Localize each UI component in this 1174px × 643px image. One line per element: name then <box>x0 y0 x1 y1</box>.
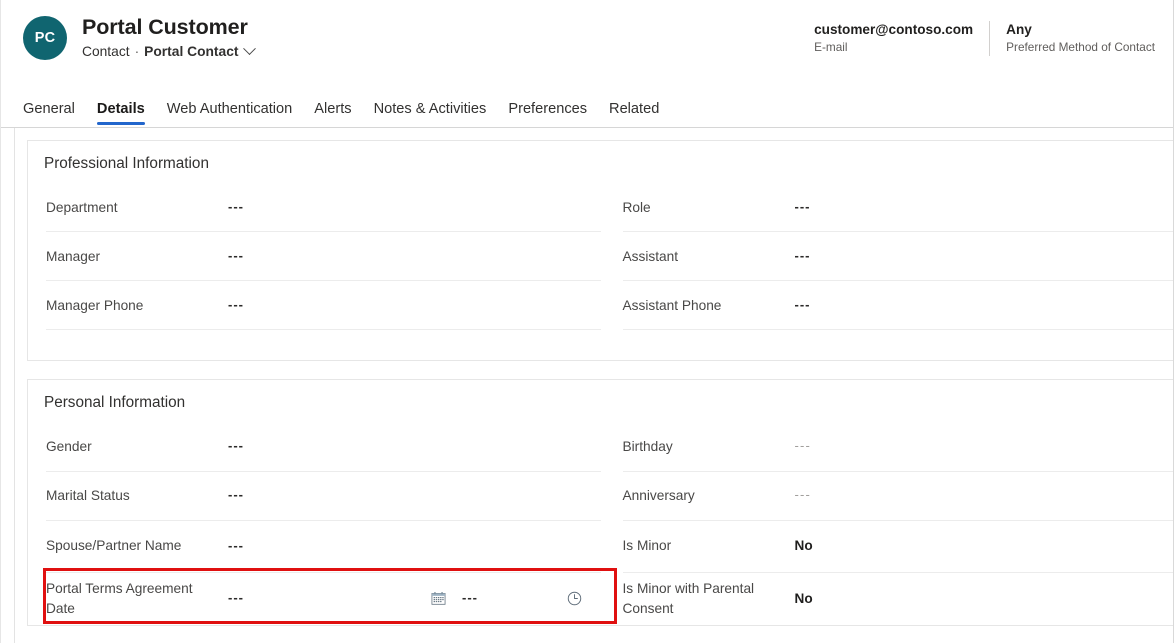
field-label: Portal Terms Agreement Date <box>46 579 228 618</box>
field-label: Manager Phone <box>46 296 228 315</box>
header-stat-value: Any <box>1006 21 1155 39</box>
header-stat-label: Preferred Method of Contact <box>1006 40 1155 56</box>
field-row-birthday[interactable]: Birthday --- <box>623 423 1174 472</box>
breadcrumb: Contact · Portal Contact <box>82 43 254 61</box>
field-row-marital-status[interactable]: Marital Status --- <box>46 472 601 521</box>
field-label: Assistant <box>623 247 795 266</box>
header-stat-preferred-contact: Any Preferred Method of Contact <box>989 21 1155 56</box>
field-value[interactable]: --- <box>795 199 811 216</box>
field-value[interactable]: --- <box>228 487 244 504</box>
form-body[interactable]: Professional Information Department --- … <box>1 128 1173 643</box>
section-column-left: Gender --- Marital Status --- Spouse/Par… <box>28 423 601 625</box>
breadcrumb-form-name[interactable]: Portal Contact <box>144 43 238 61</box>
field-value[interactable]: --- <box>228 538 244 555</box>
header-stat-value: customer@contoso.com <box>814 21 973 39</box>
field-label: Birthday <box>623 437 795 456</box>
field-value[interactable]: No <box>795 590 813 608</box>
record-header: PC Portal Customer Contact · Portal Cont… <box>1 0 1173 128</box>
field-value[interactable]: --- <box>795 438 812 455</box>
field-label: Gender <box>46 437 228 456</box>
section-professional-information: Professional Information Department --- … <box>27 140 1173 361</box>
tab-bar: General Details Web Authentication Alert… <box>23 85 670 127</box>
header-stat-label: E-mail <box>814 40 973 56</box>
field-label: Is Minor <box>623 536 795 555</box>
field-label: Role <box>623 198 795 217</box>
field-row-is-minor[interactable]: Is Minor No <box>623 521 1174 573</box>
tab-related[interactable]: Related <box>598 102 670 127</box>
field-value[interactable]: --- <box>228 199 244 216</box>
field-value[interactable]: No <box>795 537 813 555</box>
clock-icon[interactable] <box>565 589 585 609</box>
tab-general[interactable]: General <box>23 102 86 127</box>
field-row-department[interactable]: Department --- <box>46 183 601 232</box>
avatar: PC <box>23 16 67 60</box>
field-row-manager[interactable]: Manager --- <box>46 232 601 281</box>
field-row-is-minor-with-parental-consent[interactable]: Is Minor with Parental Consent No <box>623 573 1174 625</box>
field-label: Manager <box>46 247 228 266</box>
field-label: Is Minor with Parental Consent <box>623 579 795 618</box>
field-value[interactable]: --- <box>228 438 244 455</box>
field-label: Assistant Phone <box>623 296 795 315</box>
field-row-gender[interactable]: Gender --- <box>46 423 601 472</box>
field-value[interactable]: --- <box>228 297 244 314</box>
tab-alerts[interactable]: Alerts <box>303 102 362 127</box>
field-row-spouse-partner-name[interactable]: Spouse/Partner Name --- <box>46 521 601 573</box>
section-columns: Department --- Manager --- Manager Phone… <box>28 183 1173 360</box>
section-title: Professional Information <box>28 141 1173 183</box>
section-column-left: Department --- Manager --- Manager Phone… <box>28 183 601 360</box>
datetime-field: --- <box>228 589 599 609</box>
date-input-group[interactable]: --- <box>228 590 428 607</box>
field-label: Anniversary <box>623 486 795 505</box>
header-stats: customer@contoso.com E-mail Any Preferre… <box>798 21 1155 56</box>
section-column-right: Birthday --- Anniversary --- Is Minor No <box>601 423 1174 625</box>
field-row-spacer <box>46 330 601 360</box>
date-value[interactable]: --- <box>228 590 244 607</box>
breadcrumb-entity: Contact <box>82 43 130 61</box>
field-value[interactable]: --- <box>228 248 244 265</box>
page-title: Portal Customer <box>82 15 254 40</box>
field-label: Department <box>46 198 228 217</box>
field-row-assistant[interactable]: Assistant --- <box>623 232 1174 281</box>
field-value[interactable]: --- <box>795 248 811 265</box>
form-body-inner: Professional Information Department --- … <box>14 128 1173 643</box>
section-personal-information: Personal Information Gender --- Marital … <box>27 379 1173 625</box>
field-label: Spouse/Partner Name <box>46 536 228 555</box>
tab-preferences[interactable]: Preferences <box>497 102 598 127</box>
section-title: Personal Information <box>28 380 1173 422</box>
section-column-right: Role --- Assistant --- Assistant Phone -… <box>601 183 1174 360</box>
field-value[interactable]: --- <box>795 297 811 314</box>
header-stat-email: customer@contoso.com E-mail <box>798 21 989 56</box>
section-columns: Gender --- Marital Status --- Spouse/Par… <box>28 423 1173 625</box>
field-row-manager-phone[interactable]: Manager Phone --- <box>46 281 601 330</box>
time-value[interactable]: --- <box>462 590 478 607</box>
breadcrumb-separator: · <box>135 43 140 61</box>
field-label: Marital Status <box>46 486 228 505</box>
field-row-portal-terms-agreement-date[interactable]: Portal Terms Agreement Date --- <box>46 573 601 625</box>
field-row-role[interactable]: Role --- <box>623 183 1174 232</box>
record-form-page: PC Portal Customer Contact · Portal Cont… <box>0 0 1174 643</box>
chevron-down-icon[interactable] <box>244 43 257 56</box>
record-title-block: Portal Customer Contact · Portal Contact <box>82 14 254 61</box>
tab-web-authentication[interactable]: Web Authentication <box>156 102 304 127</box>
field-row-spacer <box>623 330 1174 360</box>
tab-notes-activities[interactable]: Notes & Activities <box>363 102 498 127</box>
tab-details[interactable]: Details <box>86 102 156 127</box>
field-row-anniversary[interactable]: Anniversary --- <box>623 472 1174 521</box>
field-row-assistant-phone[interactable]: Assistant Phone --- <box>623 281 1174 330</box>
calendar-icon[interactable] <box>428 589 448 609</box>
time-input-group[interactable]: --- <box>448 589 599 609</box>
field-value[interactable]: --- <box>795 487 812 504</box>
